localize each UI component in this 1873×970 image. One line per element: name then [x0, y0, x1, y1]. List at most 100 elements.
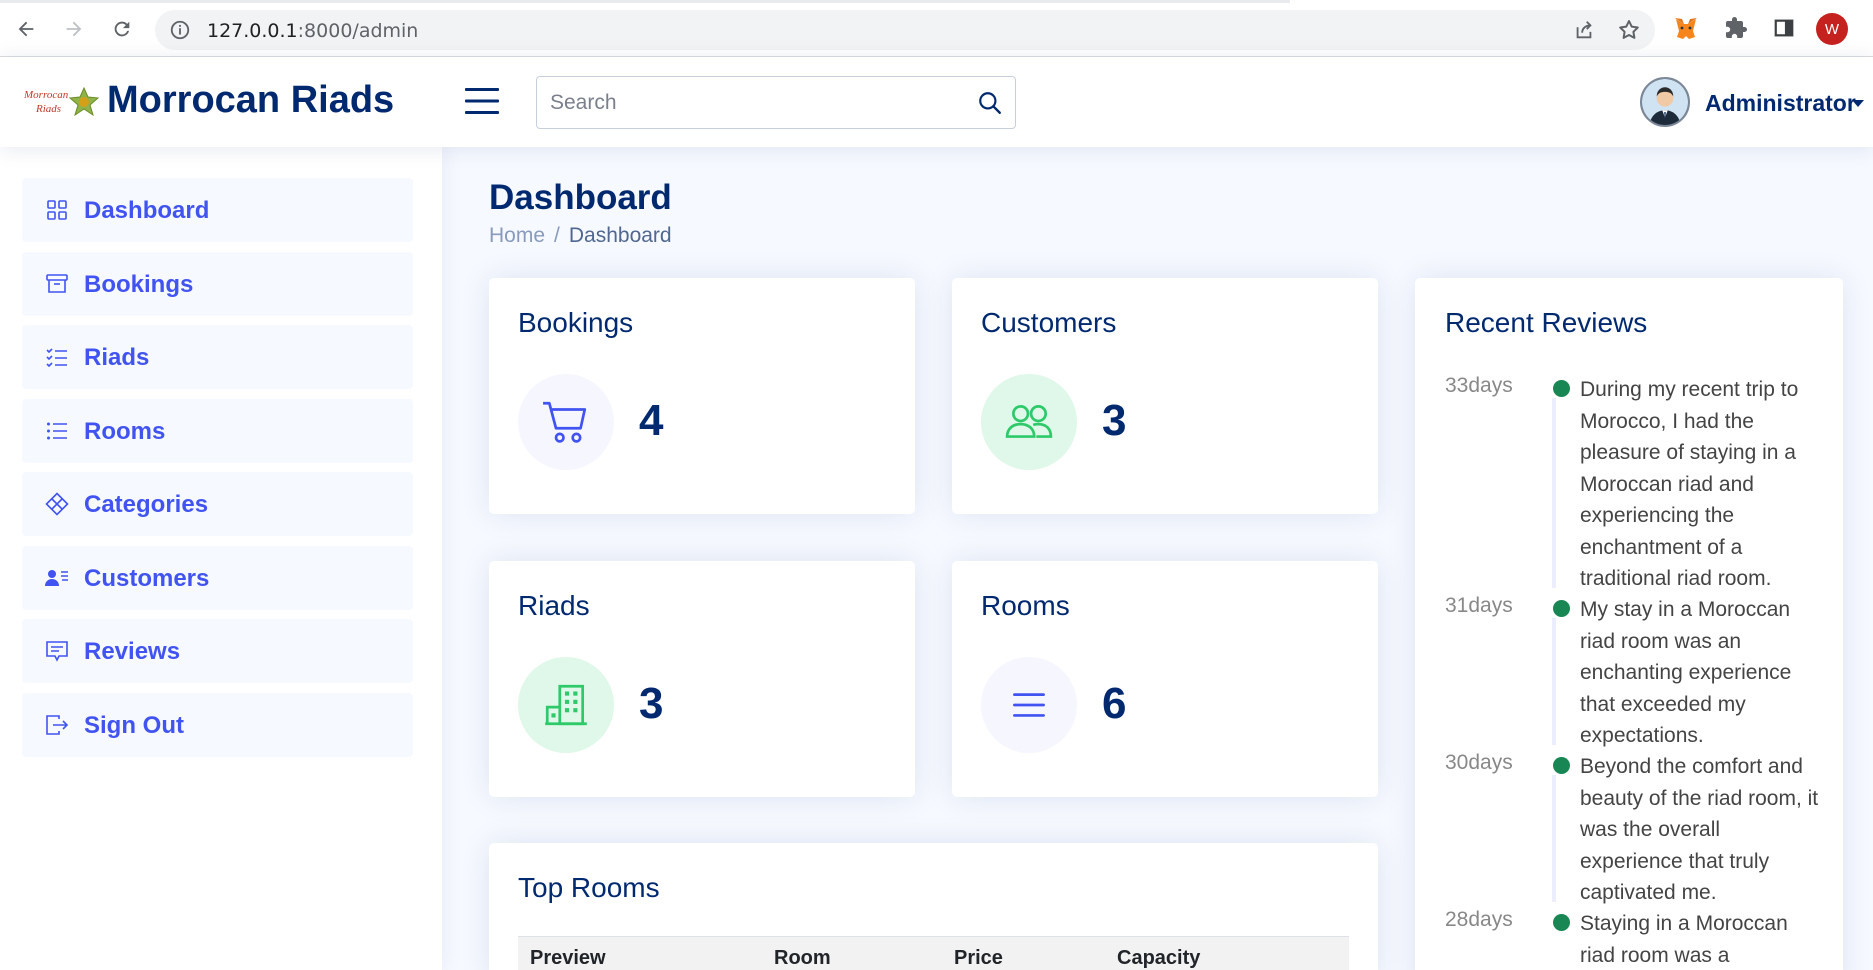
search-button[interactable] [973, 87, 1007, 119]
forward-button[interactable] [59, 14, 89, 44]
top-rooms-card: Top Rooms Preview Room Price Capacity [489, 843, 1378, 970]
breadcrumb-home[interactable]: Home [489, 224, 545, 247]
building-icon [545, 684, 587, 726]
tab-strip-edge [0, 0, 1290, 3]
rooms-count: 6 [1102, 679, 1127, 728]
side-panel-button[interactable] [1770, 14, 1798, 42]
bookmark-star-icon[interactable] [1617, 18, 1641, 42]
card-title: Recent Reviews [1445, 307, 1648, 338]
review-age: 28days [1445, 908, 1513, 931]
url-host: 127.0.0.1 [207, 20, 298, 42]
url-path: :8000/admin [297, 20, 419, 42]
sidebar-item-dashboard[interactable]: Dashboard [22, 178, 413, 242]
rooms-card: Rooms 6 [952, 561, 1378, 797]
sidebar-item-categories[interactable]: Categories [22, 472, 413, 536]
riads-icon-circle [518, 657, 614, 753]
breadcrumb-current: Dashboard [568, 224, 672, 247]
url-text[interactable]: 127.0.0.1:8000/admin [207, 20, 418, 42]
caret-down-icon[interactable] [1852, 100, 1864, 107]
list-check-icon [46, 348, 67, 368]
column-header-price[interactable]: Price [954, 947, 1003, 970]
sidebar-item-riads[interactable]: Riads [22, 325, 413, 389]
review-age: 30days [1445, 751, 1513, 774]
box-arrow-right-icon [46, 715, 69, 735]
logo-text-line2: Riads [35, 103, 61, 115]
reload-icon [114, 21, 130, 37]
info-icon[interactable] [169, 19, 191, 41]
browser-toolbar: 127.0.0.1:8000/admin W [0, 0, 1873, 57]
bookings-card: Bookings 4 [489, 278, 915, 514]
top-rooms-table-header: Preview Room Price Capacity [518, 936, 1349, 970]
people-icon [1005, 405, 1053, 438]
logo[interactable]: Morrocan Riads [22, 84, 100, 120]
archive-icon [46, 274, 68, 293]
share-icon[interactable] [1573, 19, 1595, 41]
review-text: Staying in a Moroccan riad room was a [1580, 912, 1788, 967]
back-button[interactable] [11, 14, 41, 44]
browser-profile-avatar[interactable]: W [1816, 13, 1848, 45]
rooms-icon-circle [981, 657, 1077, 753]
card-title: Customers [981, 307, 1117, 338]
address-bar[interactable]: 127.0.0.1:8000/admin [155, 10, 1655, 50]
timeline-dot [1553, 757, 1570, 774]
sidebar-item-sign-out[interactable]: Sign Out [22, 693, 413, 757]
breadcrumb: Home / Dashboard [489, 224, 672, 248]
timeline-line [1552, 775, 1556, 902]
column-header-room[interactable]: Room [774, 947, 831, 970]
sidebar-item-label: Customers [84, 565, 210, 592]
sidebar-item-label: Rooms [84, 418, 166, 445]
app-header: Morrocan Riads Morrocan Riads Search Adm… [0, 57, 1873, 147]
sidebar-item-rooms[interactable]: Rooms [22, 399, 413, 463]
user-avatar[interactable] [1640, 77, 1690, 127]
review-text: My stay in a Moroccan riad room was an e… [1580, 598, 1792, 747]
user-name-dropdown[interactable]: Administrator [1705, 90, 1856, 117]
search-input[interactable] [538, 78, 958, 127]
customers-icon-circle [981, 374, 1077, 470]
review-text: Beyond the comfort and beauty of the ria… [1580, 755, 1819, 904]
sidebar: Dashboard Bookings Riads Rooms Categorie… [0, 147, 442, 970]
arrow-right-icon [66, 21, 82, 37]
sidebar-item-reviews[interactable]: Reviews [22, 619, 413, 683]
logo-star-emblem [68, 86, 100, 117]
reload-button[interactable] [107, 14, 137, 44]
recent-reviews-card: Recent Reviews 33days During my recent t… [1415, 278, 1843, 970]
timeline-dot [1553, 380, 1570, 397]
user-profile-image [1642, 79, 1688, 125]
riads-count: 3 [639, 679, 664, 728]
puzzle-icon [1726, 17, 1747, 38]
cart-icon [543, 401, 587, 443]
timeline-line [1552, 398, 1556, 588]
bookings-icon-circle [518, 374, 614, 470]
list-icon [1013, 693, 1045, 717]
review-age: 33days [1445, 374, 1513, 397]
side-panel-icon [1774, 19, 1794, 37]
brand-title[interactable]: Morrocan Riads [107, 79, 394, 122]
logo-text-line1: Morrocan [23, 89, 69, 101]
card-title: Riads [518, 590, 590, 621]
sidebar-item-label: Categories [84, 491, 209, 518]
search-form [536, 76, 1016, 129]
sidebar-item-label: Sign Out [84, 712, 184, 739]
sidebar-item-customers[interactable]: Customers [22, 546, 413, 610]
sidebar-item-label: Reviews [84, 638, 181, 665]
sidebar-item-label: Bookings [84, 271, 194, 298]
breadcrumb-separator: / [554, 224, 560, 247]
sidebar-toggle-icon[interactable] [463, 84, 501, 118]
diamond-icon [45, 492, 69, 516]
riads-card: Riads 3 [489, 561, 915, 797]
metamask-extension-icon[interactable] [1672, 14, 1700, 42]
column-header-capacity[interactable]: Capacity [1117, 947, 1200, 970]
timeline-line [1552, 618, 1556, 745]
person-lines-icon [45, 570, 68, 586]
fox-icon [1675, 18, 1697, 39]
page-title: Dashboard [489, 178, 672, 217]
timeline-dot [1553, 600, 1570, 617]
search-icon [979, 92, 1001, 114]
review-age: 31days [1445, 594, 1513, 617]
column-header-preview[interactable]: Preview [530, 947, 606, 970]
sidebar-item-bookings[interactable]: Bookings [22, 252, 413, 316]
card-title: Bookings [518, 307, 634, 338]
customers-count: 3 [1102, 396, 1127, 445]
extensions-button[interactable] [1722, 14, 1750, 42]
sidebar-item-label: Riads [84, 344, 150, 371]
